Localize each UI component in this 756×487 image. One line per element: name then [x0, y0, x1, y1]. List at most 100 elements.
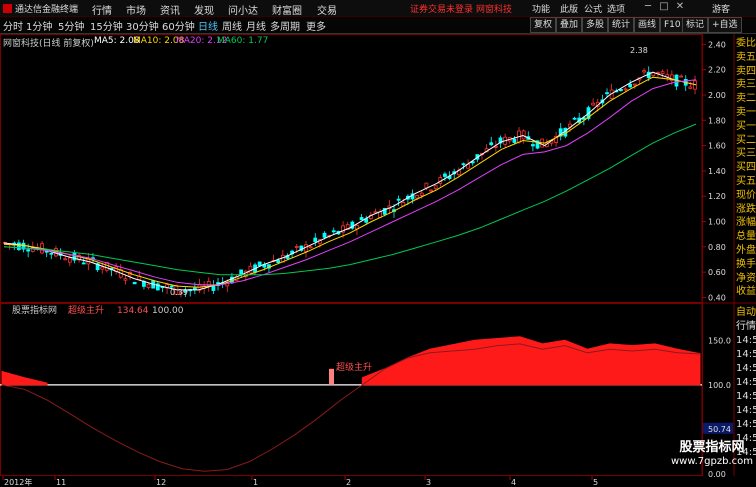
candle-down	[331, 230, 336, 233]
maximize-icon[interactable]: □	[658, 1, 670, 13]
candle-up	[248, 265, 253, 274]
candle-down	[322, 232, 327, 238]
minimize-icon[interactable]: ─	[642, 1, 654, 13]
period-weekly[interactable]: 周线	[222, 18, 242, 33]
candle-down	[313, 237, 318, 242]
quote-field-label: 净资	[736, 272, 756, 284]
candle-up	[688, 86, 693, 89]
price-tick-label: 0.60	[708, 268, 726, 277]
price-tick-label: 1.40	[708, 167, 726, 176]
period-15min[interactable]: 15分钟	[90, 18, 123, 33]
indicator-tick-label: 150.0	[708, 336, 731, 345]
price-tick-label: 1.00	[708, 218, 726, 227]
candle-down	[169, 285, 174, 288]
menu-formula[interactable]: 公式	[584, 2, 602, 15]
tick-time-label: 14:56	[736, 335, 756, 346]
menu-wealth[interactable]: 财富圈	[272, 2, 302, 17]
indicator-area	[361, 336, 701, 386]
candle-down	[132, 281, 137, 285]
company-notice[interactable]: 网窗科技	[476, 2, 512, 15]
menu-quotes[interactable]: 行情	[92, 2, 112, 17]
tick-time-label: 行情	[736, 321, 756, 332]
overlay-button[interactable]: 叠加	[556, 17, 583, 33]
menu-market[interactable]: 市场	[126, 2, 146, 17]
candle-down	[359, 217, 364, 221]
candle-down	[26, 249, 31, 252]
menu-function[interactable]: 功能	[532, 2, 550, 15]
candle-up	[308, 246, 313, 249]
menu-options[interactable]: 选项	[607, 2, 625, 15]
chart-grid	[0, 34, 756, 476]
mark-button[interactable]: 标记	[682, 17, 709, 33]
menu-edition[interactable]: 此版	[560, 2, 578, 15]
candle-down	[16, 242, 21, 250]
adjust-button[interactable]: 复权	[530, 17, 557, 33]
guest-label[interactable]: 游客	[712, 2, 730, 15]
quote-field-label: 买二	[736, 134, 756, 146]
period-1min[interactable]: 1分钟	[26, 18, 52, 33]
candle-up	[521, 130, 526, 140]
time-tick-label: 12	[156, 478, 166, 487]
candle-down	[605, 92, 609, 95]
title-bar: 通达信金融终端 行情 市场 资讯 发现 问小达 财富圈 交易 证券交易未登录 网…	[0, 0, 756, 17]
candle-down	[531, 144, 535, 147]
candle-up	[294, 246, 299, 248]
tick-time-label: 自动	[736, 307, 756, 318]
period-60min[interactable]: 60分钟	[162, 18, 195, 33]
period-monthly[interactable]: 月线	[246, 18, 266, 33]
menu-ask[interactable]: 问小达	[228, 2, 258, 17]
quote-field-label: 卖四	[736, 65, 756, 77]
quote-field-label: 买三	[736, 148, 756, 160]
add-watchlist-button[interactable]: +自选	[708, 17, 742, 33]
candle-up	[373, 211, 378, 214]
quote-field-label: 卖二	[736, 93, 756, 105]
signal-label: 超级主升	[336, 361, 372, 373]
menu-discover[interactable]: 发现	[194, 2, 214, 17]
price-tick-label: 0.40	[708, 293, 726, 302]
quote-field-label: 涨跌	[736, 203, 756, 215]
quote-field-label: 卖一	[736, 106, 756, 118]
f10-button[interactable]: F10	[660, 17, 685, 33]
indicator-series-name: 超级主升	[68, 304, 104, 316]
indicator-area	[1, 370, 48, 386]
period-more[interactable]: 更多	[306, 18, 326, 33]
tick-time-label: 14:56	[736, 363, 756, 374]
period-daily[interactable]: 日线	[198, 18, 218, 33]
price-tick-label: 2.00	[708, 91, 726, 100]
candle-up	[100, 266, 105, 270]
period-multi[interactable]: 多周期	[270, 18, 300, 33]
close-icon[interactable]: ✕	[674, 1, 686, 13]
multi-stock-button[interactable]: 多股	[582, 17, 609, 33]
app-title: 通达信金融终端	[3, 2, 78, 15]
time-tick-label: 2	[346, 478, 351, 487]
period-tick[interactable]: 分时	[3, 18, 23, 33]
candle-up	[123, 278, 128, 281]
candle-down	[489, 142, 494, 146]
indicator-panel: 150.0 100.0 50.74 0.00	[0, 336, 733, 479]
period-30min[interactable]: 30分钟	[126, 18, 159, 33]
candle-up	[63, 258, 68, 261]
draw-button[interactable]: 画线	[634, 17, 661, 33]
menu-trade[interactable]: 交易	[317, 2, 337, 17]
menu-news[interactable]: 资讯	[160, 2, 180, 17]
price-tick-label: 1.20	[708, 192, 726, 201]
candle-up	[632, 83, 637, 86]
price-tick-label: 1.80	[708, 116, 726, 125]
quote-field-label: 卖五	[736, 51, 756, 63]
kline-chart[interactable]: 2.40 2.20 2.00 1.80 1.60 1.40 1.20 1.00 0.80 0.60…	[0, 34, 756, 487]
candle-down	[211, 285, 216, 291]
candle-down	[276, 260, 281, 264]
candlesticks	[3, 66, 697, 298]
quote-field-label: 收益	[736, 286, 756, 298]
quote-field-label: 买一	[736, 120, 756, 132]
indicator-tick-label: 0.00	[708, 470, 726, 479]
ma-line-ma60	[3, 123, 697, 276]
candle-down	[257, 261, 262, 267]
login-notice[interactable]: 证券交易未登录	[410, 2, 473, 15]
price-tick-label: 1.60	[708, 142, 726, 151]
candle-up	[660, 71, 665, 74]
period-5min[interactable]: 5分钟	[58, 18, 84, 33]
price-tick-label: 2.40	[708, 40, 726, 49]
indicator-tick-label: 100.0	[708, 381, 731, 390]
stats-button[interactable]: 统计	[608, 17, 635, 33]
